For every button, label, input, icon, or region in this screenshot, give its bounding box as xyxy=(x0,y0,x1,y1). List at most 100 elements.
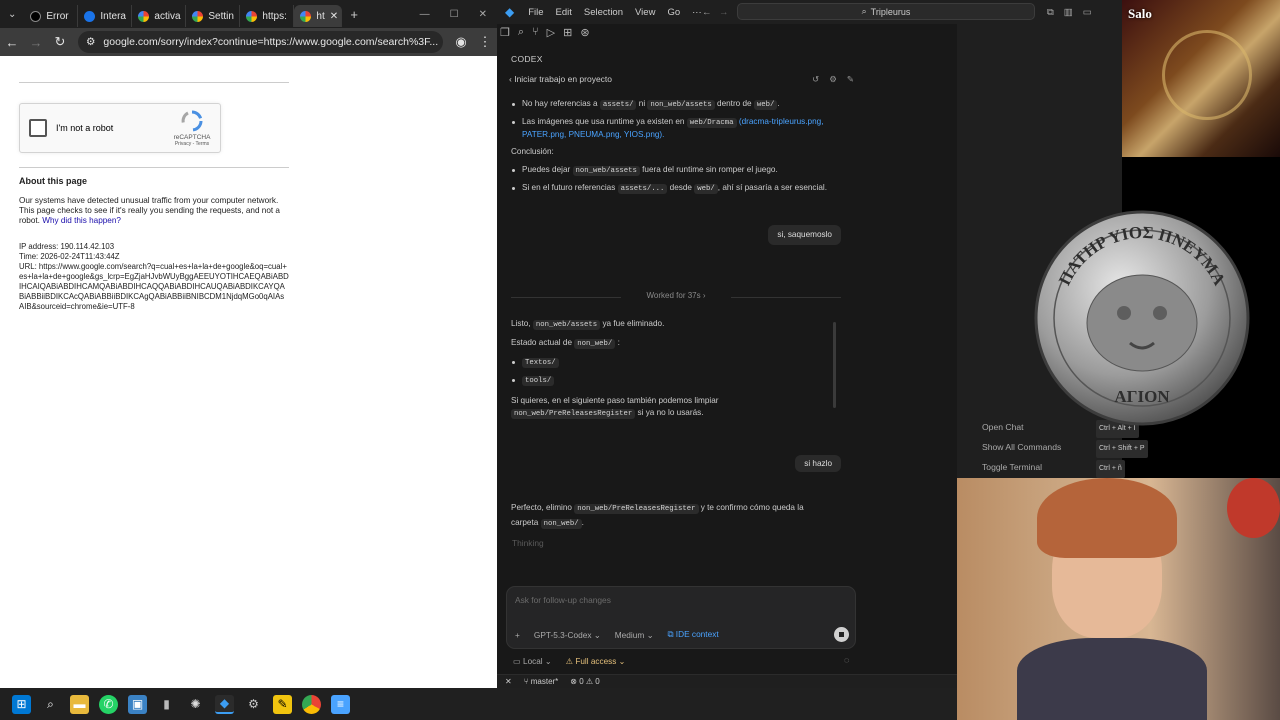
source-control-icon[interactable]: ⑂ xyxy=(532,26,539,44)
remote-icon[interactable]: ✕ xyxy=(505,677,512,686)
chrome-toolbar: ← → ↻ ⚙ google.com/sorry/index?continue=… xyxy=(0,28,497,56)
menu-go[interactable]: Go xyxy=(661,7,686,18)
book-badge: Salo xyxy=(1128,6,1152,21)
chrome-taskbar-icon[interactable] xyxy=(302,694,321,714)
back-icon[interactable]: ← xyxy=(0,35,24,50)
sticky-notes-icon[interactable]: ✎ xyxy=(273,694,292,714)
tab-intera[interactable]: Intera xyxy=(78,5,133,27)
worked-divider[interactable]: Worked for 37s › xyxy=(511,291,841,300)
request-url: URL: https://www.google.com/search?q=cua… xyxy=(19,262,289,311)
recaptcha-links[interactable]: Privacy - Terms xyxy=(172,141,212,147)
extensions-icon[interactable]: ⊞ xyxy=(563,26,572,44)
tab-search-icon[interactable]: ⌄ xyxy=(0,9,24,20)
list-item: tools/ xyxy=(511,374,833,387)
branch-item[interactable]: ⑂ master* xyxy=(524,677,559,686)
vscode-titlebar: ◆ File Edit Selection View Go ··· ← → ⌕ … xyxy=(497,0,1122,24)
vscode-taskbar-icon[interactable]: ◆ xyxy=(215,694,234,714)
stop-button[interactable] xyxy=(834,627,849,642)
menu-selection[interactable]: Selection xyxy=(578,7,629,18)
tab-settings[interactable]: Settin xyxy=(186,5,241,27)
project-title: Iniciar trabajo en proyecto xyxy=(514,74,613,84)
tab-favicon-icon xyxy=(30,10,42,22)
assistant-message-3: Perfecto, elimino non_web/PreReleasesReg… xyxy=(511,503,804,529)
toggle-sidebar-icon[interactable]: ▥ xyxy=(1064,7,1073,18)
chat-input[interactable]: Ask for follow-up changes + GPT-5.3-Code… xyxy=(506,586,856,649)
reload-icon[interactable]: ↻ xyxy=(48,34,72,50)
close-window-icon[interactable]: ✕ xyxy=(479,9,487,20)
shortcut-row: Show All Commands Ctrl + Shift + P xyxy=(982,438,1148,458)
problems-count[interactable]: ⊗ 0 ⚠ 0 xyxy=(570,677,599,686)
codex-icon[interactable]: ⊛ xyxy=(580,26,589,44)
settings-icon[interactable]: ⚙ xyxy=(829,74,837,85)
coin-text-bottom: ΑΓΙΟΝ xyxy=(1114,387,1170,406)
tab-label: Intera xyxy=(100,10,126,22)
project-back[interactable]: ‹ Iniciar trabajo en proyecto xyxy=(509,74,612,85)
command-center[interactable]: ⌕ Tripleurus xyxy=(737,3,1035,20)
why-link[interactable]: Why did this happen? xyxy=(42,216,121,225)
request-info: IP address: 190.114.42.103 Time: 2026-02… xyxy=(19,242,289,312)
forward-icon[interactable]: → xyxy=(24,35,48,50)
usb-app-icon[interactable]: ▮ xyxy=(157,695,176,714)
webcam-hair xyxy=(1037,478,1177,558)
new-chat-icon[interactable]: ✎ xyxy=(847,74,854,85)
input-toolbar: + GPT-5.3-Codex ⌄ Medium ⌄ ⧉ IDE context xyxy=(515,629,719,640)
scrollbar[interactable] xyxy=(833,322,836,408)
minimize-icon[interactable]: — xyxy=(420,9,430,20)
search-taskbar-icon[interactable]: ⌕ xyxy=(41,695,60,714)
add-context-button[interactable]: + xyxy=(515,630,520,640)
assistant-message-2: Listo, non_web/assets ya fue eliminado. … xyxy=(511,318,833,420)
list-item: Las imágenes que usa runtime ya existen … xyxy=(511,116,841,141)
git-app-icon[interactable]: ⚙ xyxy=(244,695,263,714)
user-message-row: si hazlo xyxy=(511,455,841,472)
tab-error[interactable]: Error xyxy=(24,5,79,27)
site-info-icon[interactable]: ⚙ xyxy=(86,36,95,48)
toggle-panel-icon[interactable]: ▭ xyxy=(1083,7,1092,18)
run-debug-icon[interactable]: ▷ xyxy=(547,26,555,44)
loading-spinner-icon: ◌ xyxy=(844,655,850,665)
env-local-selector[interactable]: ▭ Local ⌄ xyxy=(513,656,552,666)
ide-context-toggle[interactable]: ⧉ IDE context xyxy=(668,629,719,640)
whatsapp-icon[interactable]: ✆ xyxy=(99,694,118,714)
file-explorer-icon[interactable]: ▬ xyxy=(70,694,89,714)
start-windows-icon[interactable]: ⊞ xyxy=(12,694,31,714)
recaptcha-icon xyxy=(181,110,203,132)
recaptcha-brand: reCAPTCHA xyxy=(173,134,211,141)
menu-file[interactable]: File xyxy=(522,7,549,18)
explorer-icon[interactable]: ❐ xyxy=(500,26,510,44)
profile-icon[interactable]: ◉ xyxy=(449,34,473,50)
tab-activa[interactable]: activa xyxy=(132,5,187,27)
history-icon[interactable]: ↺ xyxy=(812,74,819,85)
tab-label: ht xyxy=(316,10,325,22)
vscode-logo-icon: ◆ xyxy=(505,5,515,19)
user-message: si, saquemoslo xyxy=(768,225,841,245)
sorry-page: I'm not a robot reCAPTCHA Privacy - Term… xyxy=(19,82,289,312)
search-view-icon[interactable]: ⌕ xyxy=(518,26,524,44)
tab-label: activa xyxy=(154,10,181,22)
address-bar[interactable]: ⚙ google.com/sorry/index?continue=https:… xyxy=(78,31,443,53)
menu-edit[interactable]: Edit xyxy=(550,7,578,18)
store-icon[interactable]: ▣ xyxy=(128,694,147,714)
env-local-label: Local ⌄ xyxy=(523,657,552,666)
effort-selector[interactable]: Medium ⌄ xyxy=(615,630,654,640)
recaptcha-label: I'm not a robot xyxy=(56,123,114,133)
tab-https[interactable]: https: xyxy=(240,5,295,27)
new-tab-button[interactable]: + xyxy=(342,7,366,22)
chrome-menu-icon[interactable]: ⋮ xyxy=(473,34,497,50)
nav-forward-icon[interactable]: → xyxy=(719,7,729,18)
notepad-icon[interactable]: ≡ xyxy=(331,694,350,714)
tab-active[interactable]: ht ✕ xyxy=(294,5,343,27)
close-tab-icon[interactable]: ✕ xyxy=(330,11,338,22)
copilot-icon[interactable]: ⧉ xyxy=(1047,7,1054,18)
nav-back-icon[interactable]: ← xyxy=(702,7,712,18)
tab-label: https: xyxy=(262,10,287,22)
recaptcha-checkbox[interactable] xyxy=(29,119,47,137)
env-row: ▭ Local ⌄ ⚠ Full access ⌄ xyxy=(513,656,625,666)
access-selector[interactable]: ⚠ Full access ⌄ xyxy=(566,656,626,666)
shortcut-row: Toggle Terminal Ctrl + ñ xyxy=(982,458,1148,478)
assistant-message: No hay referencias a assets/ ni non_web/… xyxy=(511,98,841,141)
menu-view[interactable]: View xyxy=(629,7,661,18)
webcam-shirt xyxy=(1017,638,1207,720)
model-selector[interactable]: GPT-5.3-Codex ⌄ xyxy=(534,630,601,640)
maximize-icon[interactable]: ☐ xyxy=(450,9,459,20)
chatgpt-icon[interactable]: ✺ xyxy=(186,695,205,714)
